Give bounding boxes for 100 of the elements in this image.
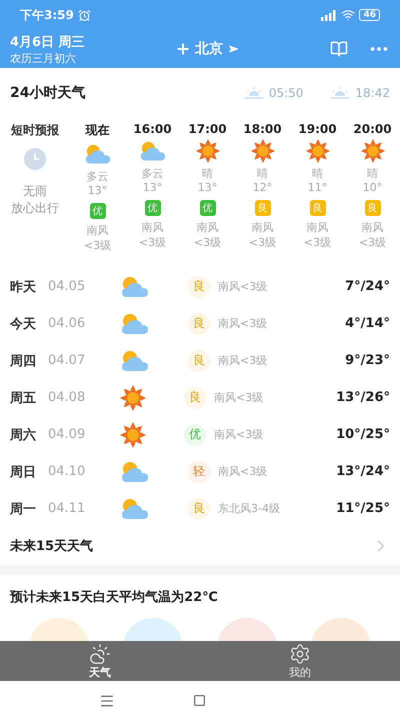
sun-icon <box>120 422 146 448</box>
forecast-link[interactable]: 未来15天天气 <box>0 527 400 565</box>
sunrise-time: 05:50 <box>268 86 304 100</box>
aqi-badge: 优 <box>200 200 216 216</box>
wind-level: <3级 <box>84 238 112 253</box>
aqi-label: 良 <box>188 498 210 520</box>
aqi-badge: 良 <box>310 200 326 216</box>
hour-condition: 晴 <box>202 166 213 181</box>
tab[interactable]: 天气 <box>0 641 200 681</box>
aqi-label: 良 <box>188 312 210 334</box>
aqi-label: 优 <box>184 424 206 446</box>
aqi-badge: 良 <box>254 200 270 216</box>
day-date: 04.10 <box>48 464 86 479</box>
day-wind: 南风<3级 <box>214 390 264 405</box>
sun-icon <box>250 139 274 163</box>
home-icon[interactable] <box>193 694 206 707</box>
hour-temperature: 13° <box>198 181 218 194</box>
aqi-label: 良 <box>188 276 210 298</box>
settings-icon <box>289 642 311 664</box>
sun-icon <box>196 139 220 163</box>
aqi-badge: 良 <box>364 200 380 216</box>
nowcast-text: 无雨 <box>23 183 47 200</box>
day-date: 04.09 <box>48 427 86 442</box>
signal-icon <box>319 10 338 20</box>
hour-time: 20:00 <box>353 122 392 136</box>
day-name: 昨天 <box>10 278 37 296</box>
day-wind: 南风<3级 <box>214 427 264 442</box>
sun-icon <box>120 384 146 410</box>
hour-time: 18:00 <box>243 122 282 136</box>
partly-cloudy-icon <box>120 496 150 520</box>
partly-cloudy-icon <box>120 274 150 298</box>
day-temperature: 10°/25° <box>336 427 390 442</box>
aqi-label: 良 <box>184 386 206 408</box>
sunset-time: 18:42 <box>355 86 390 100</box>
status-time: 下午3:59 <box>20 6 74 24</box>
wind-level: <3级 <box>304 235 332 250</box>
day-temperature: 4°/14° <box>345 316 390 331</box>
date-text: 4月6日 周三 <box>10 34 86 50</box>
day-name: 周五 <box>10 390 37 406</box>
wind-direction: 南风 <box>362 220 384 235</box>
day-temperature: 7°/24° <box>345 279 390 294</box>
hour-condition: 晴 <box>312 166 323 181</box>
hour-condition: 多云 <box>142 166 164 181</box>
battery-icon: 46 <box>359 9 380 21</box>
wind-direction: 南风 <box>196 220 218 235</box>
day-wind: 南风<3级 <box>218 279 268 294</box>
hour-temperature: 13° <box>88 184 108 197</box>
hour-condition: 晴 <box>257 166 268 181</box>
sun-icon <box>360 139 384 163</box>
aqi-badge: 优 <box>144 200 160 216</box>
wind-direction: 南风 <box>142 220 164 235</box>
hour-temperature: 13° <box>142 181 162 194</box>
partly-cloudy-icon <box>138 140 166 162</box>
partly-cloudy-icon <box>84 142 112 166</box>
nowcast-text: 放心出行 <box>11 200 59 217</box>
day-date: 04.08 <box>48 390 86 405</box>
hour-condition: 晴 <box>367 166 378 181</box>
wind-direction: 南风 <box>306 220 328 235</box>
wind-direction: 南风 <box>86 223 108 238</box>
day-temperature: 9°/23° <box>345 353 390 368</box>
day-temperature: 13°/24° <box>336 464 390 479</box>
day-name: 周四 <box>10 352 37 370</box>
sunset-icon <box>330 87 350 99</box>
day-date: 04.06 <box>48 316 86 331</box>
partly-cloudy-icon <box>120 460 150 484</box>
city-name[interactable]: 北京 <box>195 40 223 58</box>
sun-icon <box>306 139 330 163</box>
hour-time: 19:00 <box>298 122 337 136</box>
aqi-badge: 优 <box>90 203 106 219</box>
day-wind: 南风<3级 <box>218 353 268 368</box>
day-date: 04.05 <box>48 279 86 294</box>
sunrise-icon <box>244 87 264 99</box>
day-name: 周日 <box>10 464 37 480</box>
wifi-icon <box>341 8 356 22</box>
book-icon[interactable] <box>330 40 348 58</box>
wind-level: <3级 <box>358 235 386 250</box>
hour-condition: 多云 <box>86 169 108 184</box>
hour-time: 17:00 <box>188 122 227 136</box>
clock-icon <box>23 147 47 171</box>
hour-temperature: 10° <box>362 181 382 194</box>
day-date: 04.07 <box>48 353 86 368</box>
hour-time: 16:00 <box>133 122 172 136</box>
hour-temperature: 12° <box>252 181 272 194</box>
day-name: 今天 <box>10 316 37 332</box>
temperature-summary: 预计未来15天白天平均气温为22℃ <box>10 588 218 606</box>
day-name: 周六 <box>10 426 37 444</box>
wind-level: <3级 <box>138 235 166 250</box>
menu-icon[interactable] <box>99 692 116 708</box>
day-date: 04.11 <box>48 501 86 516</box>
alarm-icon <box>78 8 91 22</box>
wind-level: <3级 <box>194 235 222 250</box>
cloud-sun-icon <box>89 642 111 664</box>
day-name: 周一 <box>10 500 37 518</box>
wind-level: <3级 <box>248 235 276 250</box>
day-wind: 南风<3级 <box>218 316 268 331</box>
hour-temperature: 11° <box>308 181 328 194</box>
partly-cloudy-icon <box>120 312 150 336</box>
lunar-date: 农历三月初六 <box>10 50 77 66</box>
add-city-icon[interactable] <box>175 41 191 57</box>
tab[interactable]: 我的 <box>200 641 400 681</box>
